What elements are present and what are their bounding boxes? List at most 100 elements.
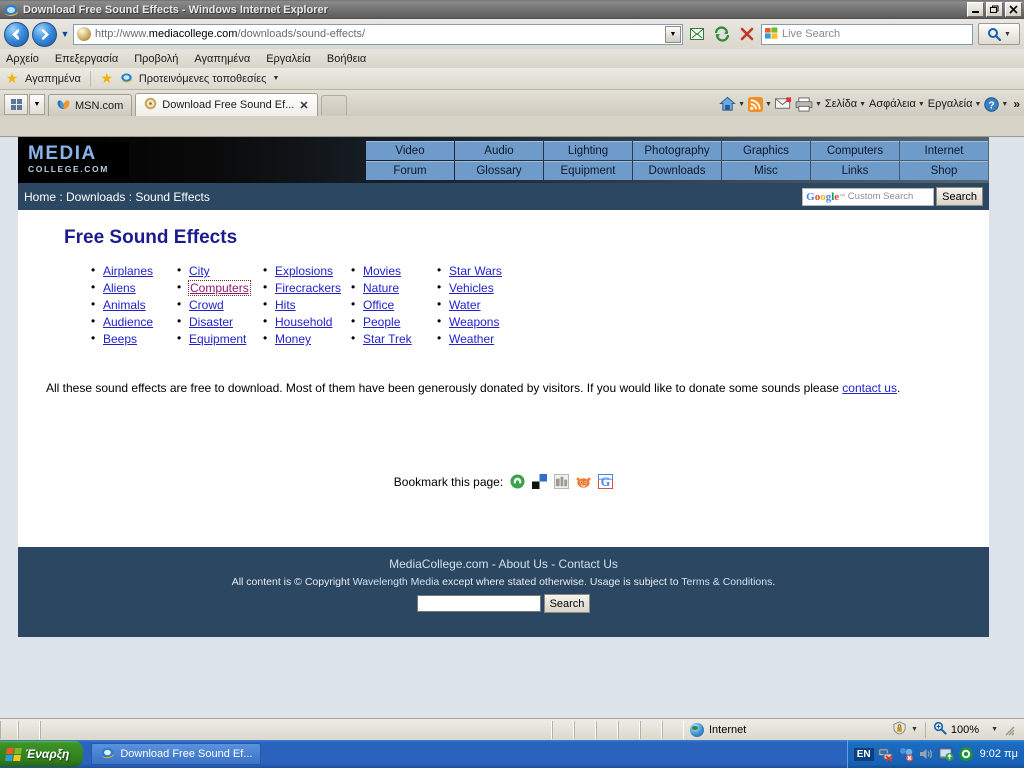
link-animals[interactable]: Animals <box>103 298 146 312</box>
site-logo[interactable]: MEDIA COLLEGE.COM <box>24 142 129 178</box>
network-disconnected-icon[interactable] <box>878 746 894 762</box>
link-money[interactable]: Money <box>275 332 311 346</box>
link-office[interactable]: Office <box>363 298 394 312</box>
link-wavelength-media[interactable]: Wavelength Media <box>353 576 440 588</box>
google-search-button[interactable]: Search <box>936 187 983 206</box>
tools-menu[interactable]: Εργαλεία ▼ <box>928 98 982 110</box>
nav-item-internet[interactable]: Internet <box>900 141 988 160</box>
print-chevron-down-icon[interactable]: ▼ <box>815 101 822 108</box>
link-star-trek[interactable]: Star Trek <box>363 332 412 346</box>
link-nature[interactable]: Nature <box>363 281 399 295</box>
link-explosions[interactable]: Explosions <box>275 264 333 278</box>
address-dropdown-button[interactable]: ▼ <box>665 25 681 43</box>
security-zone[interactable]: Internet <box>684 722 746 737</box>
footer-link-contact[interactable]: Contact Us <box>559 557 618 571</box>
help-menu[interactable]: ? ▼ <box>984 96 1008 112</box>
link-beeps[interactable]: Beeps <box>103 332 137 346</box>
tab-list-dropdown[interactable]: ▼ <box>29 94 45 115</box>
link-people[interactable]: People <box>363 315 400 329</box>
google-search-input[interactable]: Google ™ Custom Search <box>802 187 935 206</box>
zoom-control[interactable]: ▼ 100% ▼ <box>886 721 1024 738</box>
close-button[interactable] <box>1005 2 1022 17</box>
home-chevron-down-icon[interactable]: ▼ <box>738 101 745 108</box>
search-provider-dropdown[interactable]: ▼ <box>1004 31 1011 38</box>
link-star-wars[interactable]: Star Wars <box>449 264 502 278</box>
nav-item-misc[interactable]: Misc <box>722 161 810 180</box>
link-contact-us[interactable]: contact us <box>842 381 897 395</box>
tab-sound-effects[interactable]: Download Free Sound Ef... ✕ <box>135 93 318 116</box>
google-bookmark-icon[interactable]: G <box>598 474 614 489</box>
forward-button[interactable] <box>32 21 57 47</box>
language-indicator[interactable]: EN <box>853 747 874 761</box>
resize-grip[interactable] <box>1002 723 1016 737</box>
delicious-icon[interactable] <box>532 474 548 489</box>
add-to-favorites-icon[interactable]: ★ <box>100 71 114 86</box>
recent-pages-dropdown[interactable]: ▼ <box>60 29 70 39</box>
breadcrumb[interactable]: Home : Downloads : Sound Effects <box>24 190 210 204</box>
nav-item-forum[interactable]: Forum <box>366 161 454 180</box>
menu-item-file[interactable]: Αρχείο <box>6 53 39 65</box>
page-menu[interactable]: Σελίδα ▼ <box>825 98 866 110</box>
search-go-button[interactable]: ▼ <box>978 23 1020 45</box>
footer-search-button[interactable]: Search <box>543 594 591 613</box>
footer-link-about[interactable]: About Us <box>499 557 548 571</box>
tab-msn[interactable]: MSN.com <box>48 94 133 116</box>
start-button[interactable]: Έναρξη <box>0 741 84 767</box>
quick-tabs-button[interactable] <box>4 94 28 115</box>
home-button[interactable]: ▼ <box>719 96 745 112</box>
print-button[interactable]: ▼ <box>795 96 822 112</box>
command-bar-overflow-button[interactable]: » <box>1011 97 1020 111</box>
task-button-sound-effects[interactable]: Download Free Sound Ef... <box>91 743 262 765</box>
clock[interactable]: 9:02 πμ <box>980 748 1018 760</box>
feeds-chevron-down-icon[interactable]: ▼ <box>765 101 772 108</box>
nav-item-computers[interactable]: Computers <box>811 141 899 160</box>
search-input[interactable]: Live Search <box>761 23 973 45</box>
nav-item-video[interactable]: Video <box>366 141 454 160</box>
menu-item-edit[interactable]: Επεξεργασία <box>55 53 118 65</box>
suggested-sites-label[interactable]: Προτεινόμενες τοποθεσίες <box>139 73 267 85</box>
link-equipment[interactable]: Equipment <box>189 332 246 346</box>
stop-button[interactable] <box>736 23 758 45</box>
antivirus-icon[interactable] <box>958 746 974 762</box>
link-aliens[interactable]: Aliens <box>103 281 136 295</box>
nav-item-lighting[interactable]: Lighting <box>544 141 632 160</box>
link-computers[interactable]: Computers <box>188 280 251 296</box>
nav-item-shop[interactable]: Shop <box>900 161 988 180</box>
minimize-button[interactable] <box>967 2 984 17</box>
new-tab-button[interactable] <box>320 95 347 115</box>
menu-item-favorites[interactable]: Αγαπημένα <box>194 53 250 65</box>
zoom-chevron-down-icon[interactable]: ▼ <box>983 726 998 733</box>
digg-icon[interactable] <box>554 474 570 489</box>
link-city[interactable]: City <box>189 264 210 278</box>
reddit-icon[interactable] <box>576 474 591 489</box>
nav-item-graphics[interactable]: Graphics <box>722 141 810 160</box>
back-button[interactable] <box>4 21 29 47</box>
suggested-sites-chevron-down-icon[interactable]: ▼ <box>272 75 279 82</box>
read-mail-button[interactable] <box>774 97 792 111</box>
link-airplanes[interactable]: Airplanes <box>103 264 153 278</box>
protected-mode-chevron-down-icon[interactable]: ▼ <box>911 726 918 733</box>
link-firecrackers[interactable]: Firecrackers <box>275 281 341 295</box>
nav-item-equipment[interactable]: Equipment <box>544 161 632 180</box>
nav-item-downloads[interactable]: Downloads <box>633 161 721 180</box>
link-household[interactable]: Household <box>275 315 332 329</box>
link-vehicles[interactable]: Vehicles <box>449 281 494 295</box>
menu-item-tools[interactable]: Εργαλεία <box>266 53 311 65</box>
nav-item-audio[interactable]: Audio <box>455 141 543 160</box>
stumbleupon-icon[interactable] <box>510 474 525 489</box>
maximize-restore-button[interactable] <box>986 2 1003 17</box>
favorites-button-label[interactable]: Αγαπημένα <box>25 73 81 85</box>
link-disaster[interactable]: Disaster <box>189 315 233 329</box>
link-hits[interactable]: Hits <box>275 298 296 312</box>
link-crowd[interactable]: Crowd <box>189 298 224 312</box>
nav-item-glossary[interactable]: Glossary <box>455 161 543 180</box>
safety-menu[interactable]: Ασφάλεια ▼ <box>869 98 925 110</box>
nav-item-photography[interactable]: Photography <box>633 141 721 160</box>
updates-icon[interactable] <box>938 746 954 762</box>
link-audience[interactable]: Audience <box>103 315 153 329</box>
link-movies[interactable]: Movies <box>363 264 401 278</box>
menu-item-view[interactable]: Προβολή <box>134 53 178 65</box>
nav-item-links[interactable]: Links <box>811 161 899 180</box>
link-water[interactable]: Water <box>449 298 481 312</box>
compatibility-view-button[interactable] <box>686 23 708 45</box>
